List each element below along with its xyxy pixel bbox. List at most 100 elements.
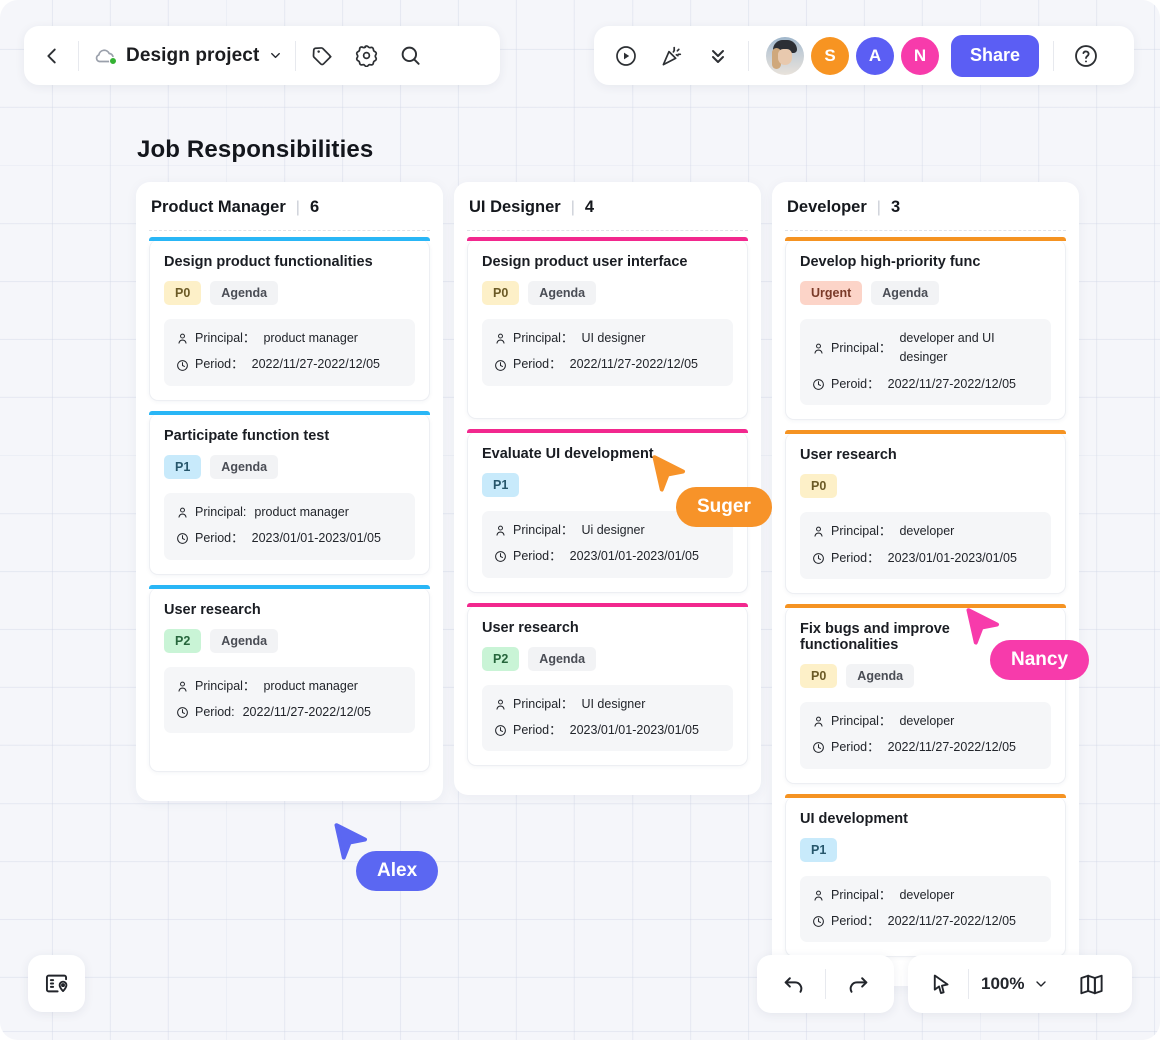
user-avatar-n[interactable]: N [901,36,939,75]
period-label: Period： [513,722,562,737]
task-card[interactable]: Develop high-priority func Urgent Agenda Pr… [785,236,1066,421]
board-location-icon[interactable] [28,955,85,1012]
tag-agenda[interactable]: Agenda [210,281,279,305]
principal-label: Principal： [513,522,574,537]
tag-list: P2 Agenda [482,646,733,671]
undo-icon[interactable] [771,962,815,1006]
clock-icon [176,706,189,719]
tag-p0[interactable]: P0 [164,281,202,305]
period-label: Period： [195,531,244,546]
chevron-down-icon[interactable] [268,48,283,63]
task-card[interactable]: Fix bugs and improve functionalities P0 Ag… [785,603,1066,784]
map-book-icon[interactable] [1065,962,1117,1006]
principal-value: developer [899,524,955,539]
help-circle-icon[interactable] [1064,34,1108,78]
present-play-icon[interactable] [604,34,648,78]
task-card[interactable]: Participate function test P1 Agenda Princip… [149,410,430,575]
tag-p0[interactable]: P0 [800,663,838,688]
column-divider: | [295,199,300,216]
principal-row: Principal： developer and UI desinger [812,329,1039,368]
task-title: Evaluate UI development [482,445,654,462]
principal-row: Principal： developer [812,886,1039,905]
person-icon [812,342,825,355]
tag-urgent[interactable]: Urgent [800,281,863,305]
user-avatar-a[interactable]: A [856,36,894,75]
redo-icon[interactable] [836,962,880,1006]
principal-value: Ui designer [581,522,645,537]
tag-agenda[interactable]: Agenda [210,454,279,479]
column-title: Developer [787,198,867,216]
search-icon[interactable] [388,34,432,78]
project-selector[interactable]: Design project [83,34,291,78]
tag-icon[interactable] [300,34,344,78]
task-card[interactable]: Design product functionalities P0 Agenda Pr… [149,237,430,401]
task-title: Design product user interface [482,254,688,270]
tag-agenda[interactable]: Agenda [871,281,940,305]
person-icon [176,506,189,519]
period-label: Period： [513,357,562,372]
task-card[interactable]: Design product user interface P0 Agenda Pri… [467,237,748,419]
user-avatar-s[interactable]: S [811,36,849,75]
task-card[interactable]: User research P2 Agenda Principal： UI design… [467,602,748,767]
back-button[interactable] [30,34,74,78]
tag-p1[interactable]: P1 [482,472,520,497]
divider [295,40,297,71]
cursor-label: Suger [676,487,772,527]
period-label: Peroid： [831,376,880,391]
tag-p0[interactable]: P0 [482,281,520,305]
principal-value: developer and UI desinger [899,331,995,365]
principal-label: Principal： [831,887,892,902]
share-button[interactable]: Share [951,34,1040,77]
principal-value: product manager [254,504,349,519]
task-card[interactable]: User research P2 Agenda Principal： product m… [149,584,430,773]
tag-agenda[interactable]: Agenda [846,663,915,688]
tag-p0[interactable]: P0 [800,474,838,499]
user-avatar-photo[interactable] [766,36,804,75]
task-card[interactable]: UI development P1 Principal： developer Perio… [785,793,1066,958]
tag-p1[interactable]: P1 [800,837,838,862]
clock-icon [812,378,825,391]
confetti-icon[interactable] [650,34,694,78]
tag-p2[interactable]: P2 [482,646,520,671]
cursor-label: Alex [356,851,439,891]
zoom-toolbar: 100% [908,955,1132,1013]
top-toolbar-left: Design project [24,26,500,85]
cursor-label: Nancy [990,640,1090,680]
tag-agenda[interactable]: Agenda [528,646,597,671]
tag-agenda[interactable]: Agenda [210,628,279,653]
column-divider: | [876,199,881,216]
task-meta: Principal： developer and UI desinger Peroi… [800,319,1051,406]
tag-agenda[interactable]: Agenda [528,281,597,305]
clock-icon [176,359,189,372]
clock-icon [494,724,507,737]
period-row: Period: 2022/11/27-2022/12/05 [176,703,403,722]
principal-label: Principal： [513,331,574,345]
principal-label: Principal： [831,524,892,539]
person-icon [812,525,825,538]
chevron-down-icon[interactable] [1033,976,1049,992]
period-value: 2022/11/27-2022/12/05 [887,914,1016,928]
principal-value: product manager [263,331,358,345]
period-value: 2022/11/27-2022/12/05 [251,357,380,372]
tag-p2[interactable]: P2 [164,628,202,653]
principal-row: Principal： developer [812,712,1039,731]
period-label: Period： [513,549,562,564]
principal-row: Principal： product manager [176,677,403,696]
task-card[interactable]: User research P0 Principal： developer Period… [785,430,1066,594]
period-row: Period： 2022/11/27-2022/12/05 [494,355,721,374]
clock-icon [812,552,825,565]
history-toolbar [757,955,894,1013]
period-value: 2022/11/27-2022/12/05 [887,376,1016,391]
settings-icon[interactable] [344,34,388,78]
period-value: 2022/11/27-2022/12/05 [887,740,1016,755]
column-header: UI Designer | 4 [467,182,748,231]
person-icon [176,332,189,345]
zoom-level-selector[interactable]: 100% [971,962,1059,1006]
period-row: Period： 2022/11/27-2022/12/05 [176,355,403,374]
period-value: 2023/01/01-2023/01/05 [569,722,699,737]
task-title: User research [800,447,897,464]
collaborator-avatars: S A N [766,36,946,75]
cursor-pointer-icon[interactable] [914,962,966,1006]
tag-p1[interactable]: P1 [164,454,202,479]
chevrons-down-icon[interactable] [696,34,740,78]
